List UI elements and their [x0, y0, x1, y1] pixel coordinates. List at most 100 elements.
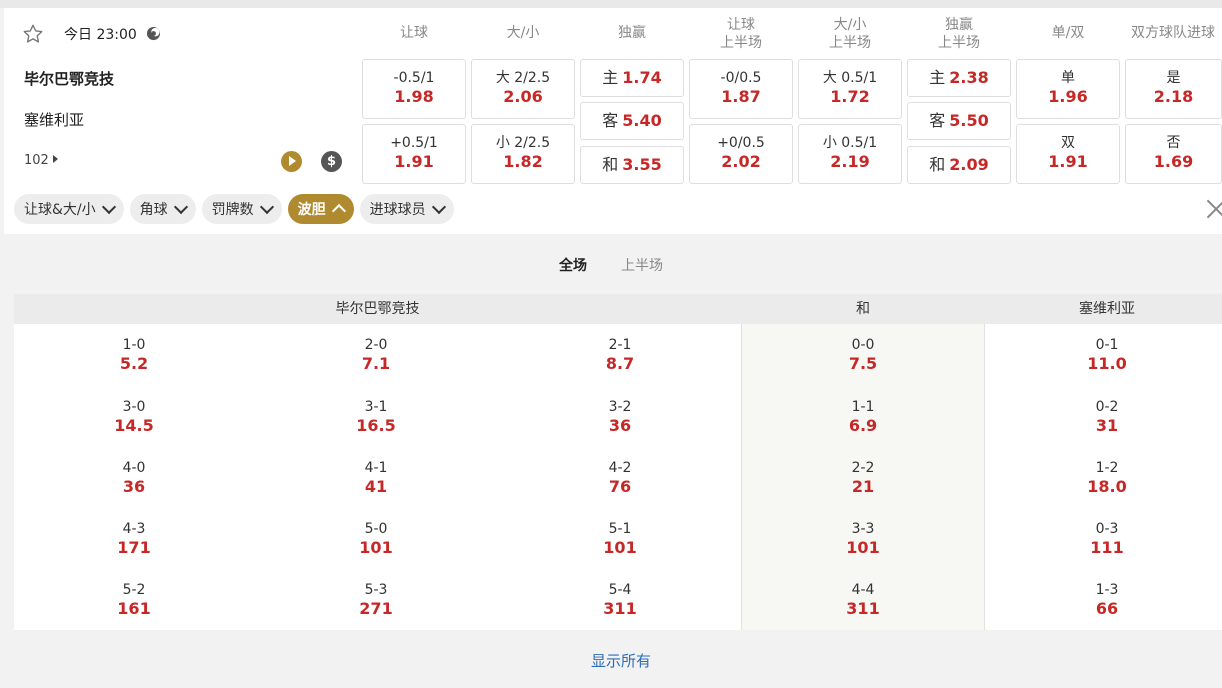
tab-corners[interactable]: 角球 [129, 194, 196, 224]
score-label: 3-1 [364, 399, 388, 415]
header-label: 大/小 [833, 17, 867, 33]
score-odds-cell[interactable]: 5-3 271 [316, 581, 436, 619]
odds-cell-1x2-1h-draw[interactable]: 和 2.09 [907, 146, 1011, 184]
score-odds-cell[interactable]: 2-1 8.7 [560, 336, 680, 374]
score-odds-cell[interactable]: 4-3 171 [74, 520, 194, 558]
score-odds-cell[interactable]: 3-0 14.5 [74, 398, 194, 436]
odds-label: 单 [1061, 70, 1075, 86]
odds-cell-handicap-away[interactable]: +0.5/1 1.91 [362, 124, 466, 184]
score-odds-cell[interactable]: 4-4 311 [803, 581, 923, 619]
score-label: 5-1 [608, 521, 632, 537]
odds-line: 小 0.5/1 [822, 135, 878, 151]
odds-line: 大 0.5/1 [822, 70, 878, 86]
odds-value: 2.38 [949, 68, 989, 87]
odds-cell-1x2-draw[interactable]: 和 3.55 [580, 146, 684, 184]
odds-cell-1x2-away[interactable]: 客 5.40 [580, 102, 684, 140]
score-odds-cell[interactable]: 5-2 161 [74, 581, 194, 619]
score-odds-cell[interactable]: 3-3 101 [803, 520, 923, 558]
score-odds-cell[interactable]: 2-0 7.1 [316, 336, 436, 374]
score-odds-cell[interactable]: 1-3 66 [1047, 581, 1167, 619]
score-odds-cell[interactable]: 0-3 111 [1047, 520, 1167, 558]
odds-value: 1.72 [830, 87, 870, 106]
score-odds: 101 [846, 538, 880, 557]
header-label: 让球 [727, 17, 755, 33]
tab-correct-score[interactable]: 波胆 [287, 194, 354, 224]
score-label: 2-0 [364, 337, 388, 353]
odds-label: 主 [929, 68, 946, 87]
score-label: 3-3 [851, 521, 875, 537]
score-odds: 271 [359, 599, 393, 618]
header-over-under: 大/小 [470, 24, 576, 42]
chevron-down-icon [259, 199, 274, 214]
score-odds: 36 [608, 416, 632, 435]
odds-value: 1.96 [1048, 87, 1088, 106]
odds-cell-1x2-1h-away[interactable]: 客 5.50 [907, 102, 1011, 140]
odds-label: 和 [602, 155, 619, 174]
odds-cell-handicap-1h-away[interactable]: +0/0.5 2.02 [689, 124, 793, 184]
score-odds-cell[interactable]: 0-2 31 [1047, 398, 1167, 436]
score-label: 1-1 [851, 399, 875, 415]
header-handicap: 让球 [361, 24, 467, 42]
odds-cell-under[interactable]: 小 2/2.5 1.82 [471, 124, 575, 184]
score-odds-cell[interactable]: 1-2 18.0 [1047, 459, 1167, 497]
score-odds-cell[interactable]: 2-2 21 [803, 459, 923, 497]
score-label: 3-2 [608, 399, 632, 415]
show-all-link[interactable]: 显示所有 [0, 650, 1222, 671]
score-odds-cell[interactable]: 3-2 36 [560, 398, 680, 436]
match-time: 今日 23:00 [64, 27, 137, 43]
score-odds-cell[interactable]: 5-0 101 [316, 520, 436, 558]
score-label: 1-0 [122, 337, 146, 353]
odds-cell-handicap-home[interactable]: -0.5/1 1.98 [362, 59, 466, 119]
star-icon[interactable] [22, 23, 44, 45]
odds-cell-even[interactable]: 双 1.91 [1016, 124, 1120, 184]
odds-cell-btts-yes[interactable]: 是 2.18 [1125, 59, 1222, 119]
odds-cell-over[interactable]: 大 2/2.5 2.06 [471, 59, 575, 119]
score-label: 0-0 [851, 337, 875, 353]
more-markets-link[interactable]: 102 [24, 153, 58, 168]
score-odds: 7.5 [848, 354, 878, 373]
odds-cell-handicap-1h-home[interactable]: -0/0.5 1.87 [689, 59, 793, 119]
dollar-icon[interactable]: $ [321, 151, 342, 172]
score-odds-cell[interactable]: 3-1 16.5 [316, 398, 436, 436]
score-odds-cell[interactable]: 4-0 36 [74, 459, 194, 497]
odds-value: 2.18 [1153, 87, 1194, 106]
score-odds: 101 [359, 538, 393, 557]
score-label: 4-1 [364, 460, 388, 476]
score-odds: 14.5 [114, 416, 154, 435]
score-label: 1-3 [1095, 582, 1119, 598]
odds-cell-1x2-home[interactable]: 主 1.74 [580, 59, 684, 97]
score-odds: 311 [603, 599, 637, 618]
score-odds-cell[interactable]: 0-0 7.5 [803, 336, 923, 374]
period-full-time[interactable]: 全场 [559, 255, 587, 275]
header-draw: 和 [856, 301, 870, 317]
score-odds-cell[interactable]: 5-1 101 [560, 520, 680, 558]
score-odds: 36 [122, 477, 146, 496]
score-odds-cell[interactable]: 4-2 76 [560, 459, 680, 497]
odds-value: 5.40 [622, 111, 662, 130]
odds-label: 是 [1166, 70, 1181, 86]
score-label: 3-0 [122, 399, 146, 415]
chevron-down-icon [431, 199, 446, 214]
period-first-half[interactable]: 上半场 [621, 255, 663, 275]
odds-value: 1.87 [721, 87, 761, 106]
header-label: 双方球队进球 [1131, 25, 1215, 41]
score-odds-cell[interactable]: 5-4 311 [560, 581, 680, 619]
odds-cell-under-1h[interactable]: 小 0.5/1 2.19 [798, 124, 902, 184]
odds-cell-1x2-1h-home[interactable]: 主 2.38 [907, 59, 1011, 97]
score-odds-cell[interactable]: 1-1 6.9 [803, 398, 923, 436]
odds-cell-btts-no[interactable]: 否 1.69 [1125, 124, 1222, 184]
close-icon[interactable] [1206, 199, 1222, 219]
score-odds-cell[interactable]: 0-1 11.0 [1047, 336, 1167, 374]
header-btts: 双方球队进球 [1124, 24, 1222, 42]
score-odds-cell[interactable]: 1-0 5.2 [74, 336, 194, 374]
play-icon[interactable] [281, 151, 302, 172]
score-label: 4-4 [851, 582, 875, 598]
score-label: 5-0 [364, 521, 388, 537]
score-label: 1-2 [1095, 460, 1119, 476]
odds-cell-over-1h[interactable]: 大 0.5/1 1.72 [798, 59, 902, 119]
odds-cell-odd[interactable]: 单 1.96 [1016, 59, 1120, 119]
tab-goalscorer[interactable]: 进球球员 [359, 194, 454, 224]
tab-bookings[interactable]: 罚牌数 [201, 194, 282, 224]
score-odds-cell[interactable]: 4-1 41 [316, 459, 436, 497]
tab-handicap-ou[interactable]: 让球&大/小 [14, 194, 124, 224]
